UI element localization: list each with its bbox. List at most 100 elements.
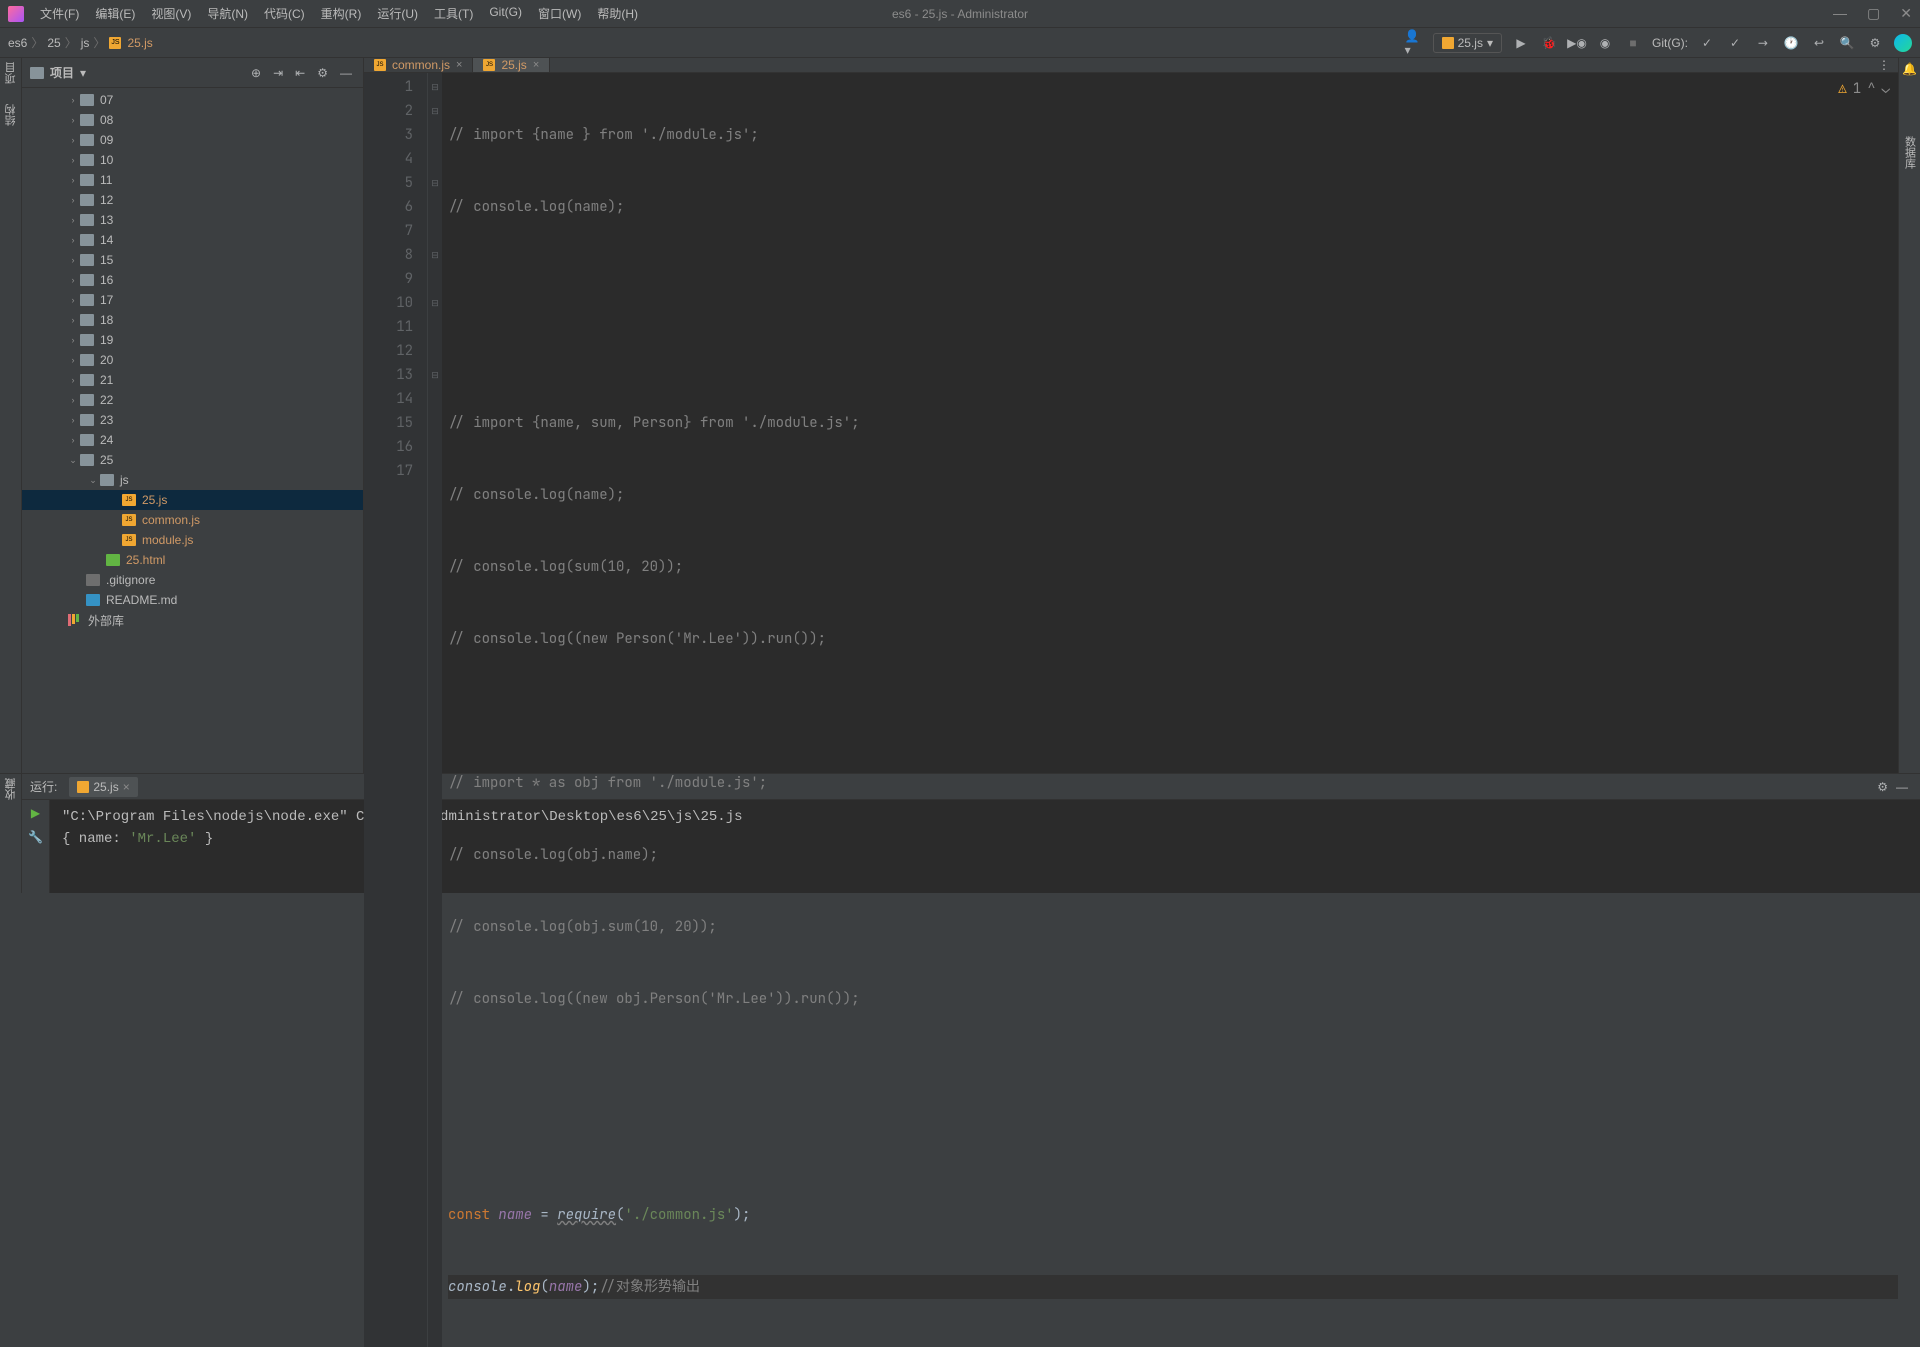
menu-run[interactable]: 运行(U) (377, 5, 418, 22)
chevron-down-icon[interactable]: ▾ (80, 66, 86, 80)
breadcrumb-part[interactable]: js (81, 36, 90, 50)
settings-icon[interactable]: ⚙ (314, 66, 331, 80)
tree-folder[interactable]: ›08 (22, 110, 363, 130)
tree-folder[interactable]: ›07 (22, 90, 363, 110)
tree-folder-expanded[interactable]: ⌄25 (22, 450, 363, 470)
menu-file[interactable]: 文件(F) (40, 5, 79, 22)
profile-button[interactable]: ◉ (1596, 34, 1614, 52)
tree-folder[interactable]: ›16 (22, 270, 363, 290)
notifications-icon[interactable]: 🔔 (1902, 62, 1917, 76)
minimize-icon[interactable]: — (1833, 5, 1847, 22)
tree-folder[interactable]: ›19 (22, 330, 363, 350)
menu-git[interactable]: Git(G) (489, 5, 522, 22)
tree-folder[interactable]: ›20 (22, 350, 363, 370)
tree-file[interactable]: JScommon.js (22, 510, 363, 530)
code-editor[interactable]: 1234 5678 9101112 13141516 17 ⊟⊟ ⊟⊟ ⊟ ⊟ … (364, 73, 1898, 1347)
project-sidebar: 项目 ▾ ⊕ ⇥ ⇤ ⚙ — ›07 ›08 ›09 ›10 ›11 ›12 ›… (22, 58, 364, 773)
close-tab-icon[interactable]: × (533, 59, 539, 71)
breadcrumb-file[interactable]: 25.js (127, 36, 152, 50)
tabs-menu-icon[interactable]: ⋮ (1870, 58, 1898, 72)
nav-up-icon[interactable]: ^ (1867, 77, 1875, 101)
tree-folder[interactable]: ›12 (22, 190, 363, 210)
folder-icon (80, 434, 94, 446)
menu-refactor[interactable]: 重构(R) (321, 5, 362, 22)
git-rollback-icon[interactable]: ↩ (1810, 34, 1828, 52)
tree-folder[interactable]: ›17 (22, 290, 363, 310)
tree-folder-expanded[interactable]: ⌄js (22, 470, 363, 490)
structure-tool-tab[interactable]: 结构 (3, 104, 19, 126)
run-button[interactable]: ▶ (1512, 34, 1530, 52)
tree-folder[interactable]: ›24 (22, 430, 363, 450)
menu-navigate[interactable]: 导航(N) (207, 5, 248, 22)
tree-folder[interactable]: ›22 (22, 390, 363, 410)
editor-area: JS common.js × JS 25.js × ⋮ 1234 5678 91… (364, 58, 1898, 773)
chevron-right-icon: 〉 (93, 34, 105, 51)
wrench-icon[interactable]: 🔧 (28, 830, 43, 844)
titlebar: 文件(F) 编辑(E) 视图(V) 导航(N) 代码(C) 重构(R) 运行(U… (0, 0, 1920, 28)
tree-file[interactable]: README.md (22, 590, 363, 610)
menu-view[interactable]: 视图(V) (151, 5, 191, 22)
settings-icon[interactable]: ⚙ (1866, 34, 1884, 52)
sidebar-title: 项目 (50, 64, 74, 81)
tree-external-libs[interactable]: 外部库 (22, 610, 363, 630)
warning-icon[interactable]: ⚠ (1838, 77, 1846, 101)
menu-window[interactable]: 窗口(W) (538, 5, 581, 22)
tree-folder[interactable]: ›21 (22, 370, 363, 390)
breadcrumb-part[interactable]: es6 (8, 36, 27, 50)
database-tool-tab[interactable]: 数据库 (1902, 136, 1918, 169)
folder-icon (80, 294, 94, 306)
navbar: es6 〉 25 〉 js 〉 JS 25.js 👤▾ 25.js ▾ ▶ 🐞 … (0, 28, 1920, 58)
js-file-icon: JS (122, 514, 136, 526)
git-push-icon[interactable]: ↗ (1750, 30, 1775, 55)
expand-all-icon[interactable]: ⇥ (270, 66, 286, 80)
chevron-right-icon: 〉 (31, 34, 43, 51)
maximize-icon[interactable]: ▢ (1867, 5, 1880, 22)
stop-button[interactable]: ■ (1624, 34, 1642, 52)
tree-file[interactable]: JSmodule.js (22, 530, 363, 550)
nav-down-icon[interactable]: ⌄ (1882, 77, 1890, 101)
code-content[interactable]: // import {name } from './module.js'; //… (442, 73, 1898, 1347)
tree-folder[interactable]: ›23 (22, 410, 363, 430)
tree-folder[interactable]: ›14 (22, 230, 363, 250)
tree-folder[interactable]: ›15 (22, 250, 363, 270)
user-icon[interactable]: 👤▾ (1405, 34, 1423, 52)
rerun-button[interactable]: ▶ (31, 806, 40, 820)
js-file-icon: JS (122, 534, 136, 546)
search-icon[interactable]: 🔍 (1838, 34, 1856, 52)
tree-folder[interactable]: ›11 (22, 170, 363, 190)
collapse-all-icon[interactable]: ⇤ (292, 66, 308, 80)
tree-folder[interactable]: ›10 (22, 150, 363, 170)
folder-icon (80, 414, 94, 426)
hide-icon[interactable]: — (337, 66, 355, 80)
git-label: Git(G): (1652, 36, 1688, 50)
tree-folder[interactable]: ›13 (22, 210, 363, 230)
locate-icon[interactable]: ⊕ (248, 66, 264, 80)
tree-file-selected[interactable]: JS25.js (22, 490, 363, 510)
git-commit-icon[interactable]: ✓ (1726, 34, 1744, 52)
tab-25-js[interactable]: JS 25.js × (473, 58, 550, 72)
tree-folder[interactable]: ›09 (22, 130, 363, 150)
debug-button[interactable]: 🐞 (1540, 34, 1558, 52)
close-tab-icon[interactable]: × (123, 780, 130, 794)
run-config-selector[interactable]: 25.js ▾ (1433, 33, 1502, 53)
breadcrumb-part[interactable]: 25 (47, 36, 60, 50)
menu-code[interactable]: 代码(C) (264, 5, 305, 22)
close-icon[interactable]: ✕ (1900, 5, 1912, 22)
folder-icon (80, 354, 94, 366)
folder-icon (80, 314, 94, 326)
git-update-icon[interactable]: ✓ (1698, 34, 1716, 52)
git-history-icon[interactable]: 🕐 (1782, 34, 1800, 52)
run-tab[interactable]: 25.js × (69, 777, 137, 797)
favorites-tool-tab[interactable]: 收藏 (3, 778, 19, 800)
tree-file[interactable]: 25.html (22, 550, 363, 570)
menu-edit[interactable]: 编辑(E) (95, 5, 135, 22)
menu-help[interactable]: 帮助(H) (597, 5, 638, 22)
tab-common-js[interactable]: JS common.js × (364, 58, 473, 72)
close-tab-icon[interactable]: × (456, 59, 462, 71)
tree-file[interactable]: .gitignore (22, 570, 363, 590)
coverage-button[interactable]: ▶◉ (1568, 34, 1586, 52)
code-with-me-icon[interactable] (1894, 34, 1912, 52)
tree-folder[interactable]: ›18 (22, 310, 363, 330)
project-tool-tab[interactable]: 项目 (3, 62, 19, 84)
menu-tools[interactable]: 工具(T) (434, 5, 473, 22)
